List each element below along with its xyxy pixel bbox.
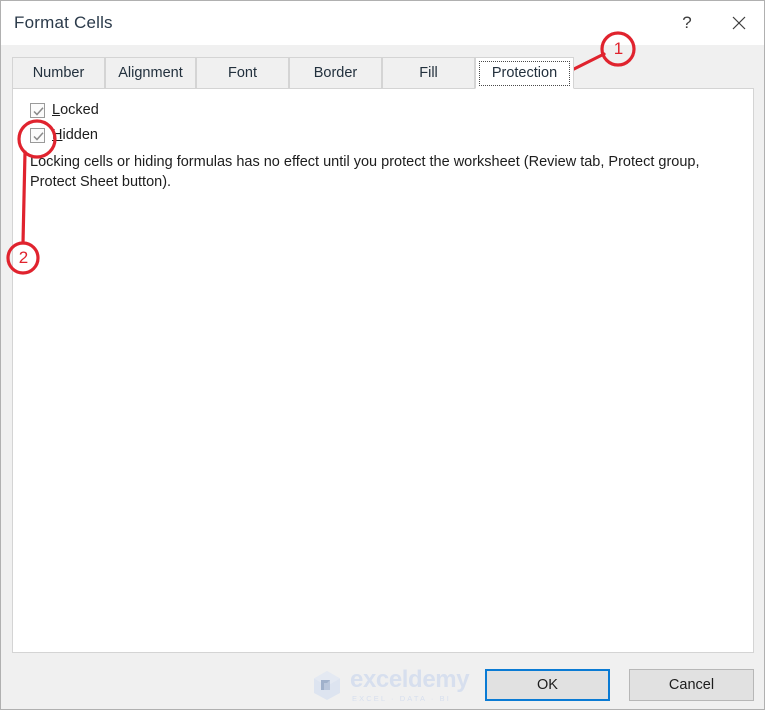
tab-alignment[interactable]: Alignment [105,57,196,88]
screenshot-root: Format Cells ? Number Alignment Font Bor… [0,0,767,712]
protection-panel: Locked Hidden Locking cells or hiding fo… [12,88,754,653]
tab-strip: Number Alignment Font Border Fill Protec… [12,57,754,89]
title-bar: Format Cells ? [1,1,764,45]
format-cells-dialog: Format Cells ? Number Alignment Font Bor… [0,0,765,710]
tab-fill-label: Fill [419,65,438,81]
help-icon-glyph: ? [682,13,692,32]
tab-fill[interactable]: Fill [382,57,475,88]
cancel-button-label: Cancel [668,677,715,693]
exceldemy-watermark: exceldemy EXCEL · DATA · BI [310,667,470,703]
exceldemy-tagline: EXCEL · DATA · BI [352,693,451,703]
tab-font[interactable]: Font [196,57,289,88]
ok-button-label: OK [537,677,558,693]
tab-border-label: Border [313,65,358,81]
exceldemy-wordmark: exceldemy EXCEL · DATA · BI [350,665,470,703]
hidden-checkbox-row[interactable]: Hidden [30,127,98,143]
locked-label-rest: ocked [60,102,99,118]
page-title: Format Cells [14,13,113,32]
close-icon[interactable] [716,1,762,45]
exceldemy-logo-icon [314,671,340,700]
locked-checkbox-row[interactable]: Locked [30,102,99,118]
ok-button[interactable]: OK [485,669,610,701]
protection-description: Locking cells or hiding formulas has no … [30,154,700,190]
hidden-checkbox-label: Hidden [52,127,98,143]
tab-font-label: Font [227,65,257,81]
hidden-label-rest: idden [62,127,98,143]
hidden-accelerator: H [52,127,63,143]
checkmark-icon [33,106,44,116]
tab-protection-label: Protection [491,65,558,81]
tab-border[interactable]: Border [289,57,382,88]
tab-protection[interactable]: Protection [475,57,574,89]
close-icon-glyph [732,16,746,30]
locked-accelerator: L [52,102,61,118]
cancel-button[interactable]: Cancel [629,669,754,701]
tab-number[interactable]: Number [12,57,105,88]
checkmark-icon [33,131,44,141]
tab-number-label: Number [32,65,85,81]
locked-checkbox-label: Locked [52,102,99,118]
locked-checkbox[interactable] [30,102,45,118]
exceldemy-name: exceldemy [350,665,470,693]
help-icon[interactable]: ? [664,1,710,45]
tab-alignment-label: Alignment [118,65,183,81]
hidden-checkbox[interactable] [30,127,45,143]
